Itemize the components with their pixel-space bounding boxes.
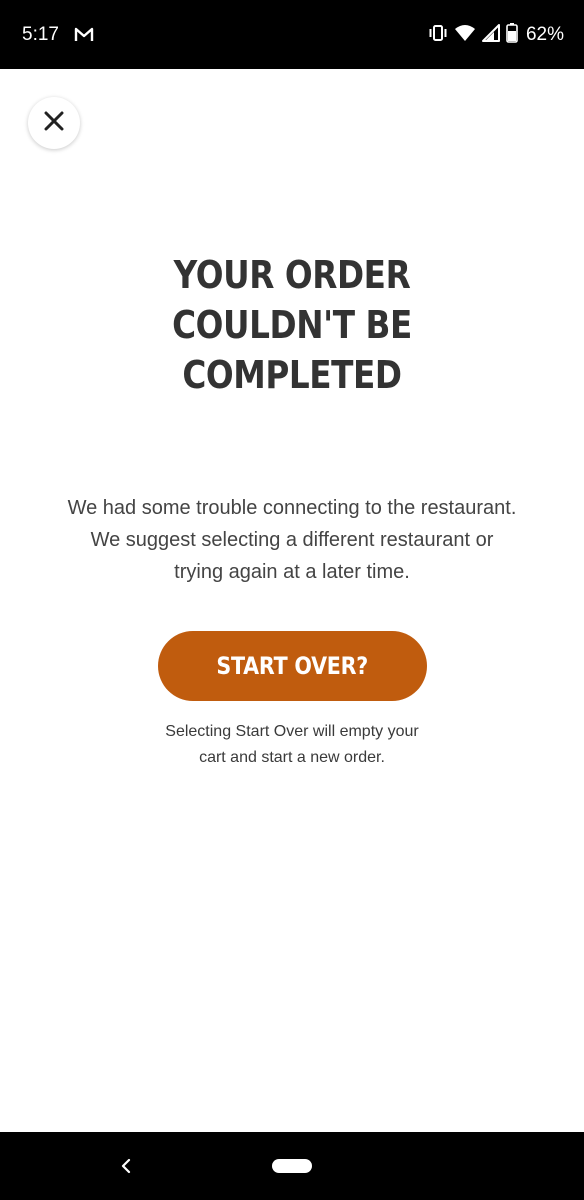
page-title: YOUR ORDER COULDN'T BE COMPLETED — [41, 250, 543, 400]
note-line: Selecting Start Over will empty your — [165, 723, 419, 740]
status-icons: 62% — [428, 22, 564, 48]
title-line: COMPLETED — [182, 353, 402, 397]
order-error-screen: 5:17 62% YOUR ORDER COULDN'T BE COMPLETE… — [0, 0, 584, 1200]
battery-icon — [506, 22, 518, 48]
cell-signal-icon — [481, 23, 500, 47]
title-line: COULDN'T BE — [172, 303, 412, 347]
back-chevron-icon[interactable] — [116, 1155, 136, 1177]
status-time: 5:17 — [22, 24, 59, 45]
vibrate-icon — [428, 24, 448, 47]
gmail-icon — [74, 26, 94, 42]
start-over-label: START OVER? — [216, 652, 369, 680]
note-line: cart and start a new order. — [199, 749, 385, 766]
navigation-bar — [0, 1132, 584, 1200]
title-line: YOUR ORDER — [173, 253, 411, 297]
home-pill-icon[interactable] — [272, 1159, 312, 1173]
close-icon — [43, 110, 65, 137]
close-button[interactable] — [28, 97, 80, 149]
wifi-icon — [454, 24, 476, 47]
battery-percent: 62% — [525, 24, 564, 45]
start-over-button[interactable]: START OVER? — [158, 631, 427, 701]
message-line: We had some trouble connecting to the re… — [67, 497, 517, 519]
message-line: trying again at a later time. — [174, 561, 410, 583]
message-line: We suggest selecting a different restaur… — [90, 529, 494, 551]
start-over-note: Selecting Start Over will empty your car… — [80, 719, 504, 771]
status-bar: 5:17 62% — [0, 0, 584, 69]
error-message: We had some trouble connecting to the re… — [40, 492, 544, 588]
